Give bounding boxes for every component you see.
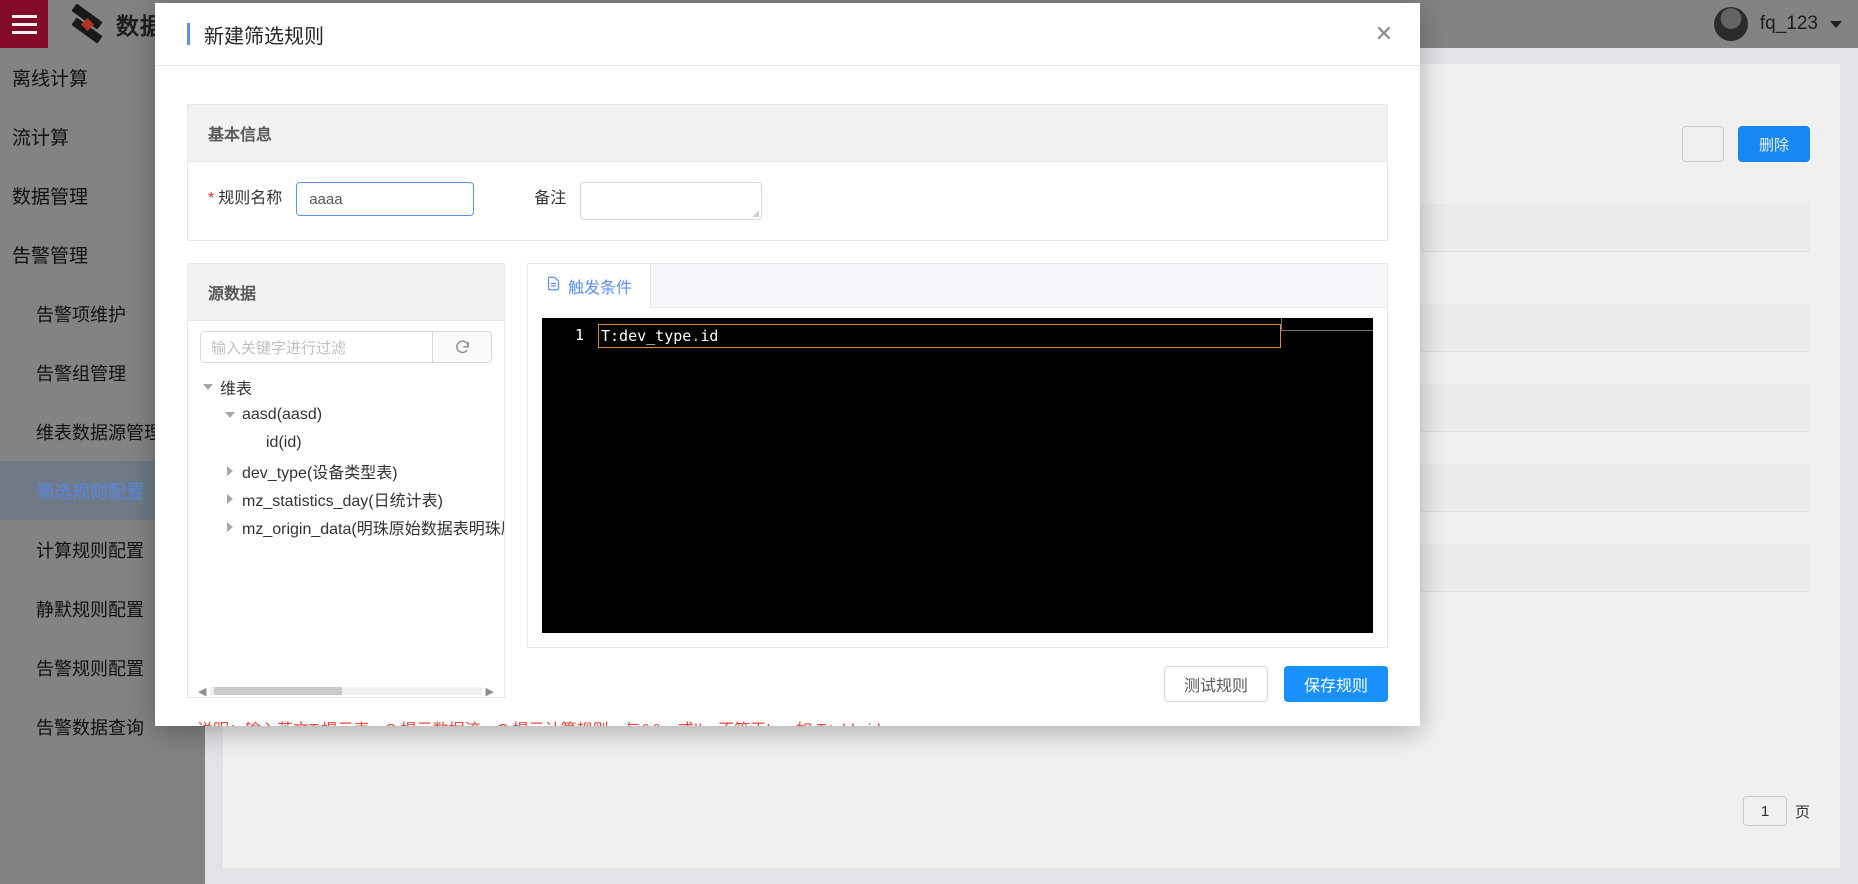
trigger-condition-panel: 触发条件 1 T:dev_type. id 测试规则 保存规则 — [527, 263, 1388, 702]
source-tree: 维表 aasd(aasd) id(id) dev_type(设备类型表) mz_… — [188, 363, 504, 681]
chevron-right-icon[interactable] — [222, 494, 238, 504]
scrollbar-thumb[interactable] — [214, 687, 342, 695]
tree-node-label: dev_type(设备类型表) — [242, 465, 398, 482]
tree-node-dim-tables[interactable]: 维表 — [200, 373, 504, 401]
tab-label: 触发条件 — [568, 280, 633, 297]
tree-node-mz-origin-data[interactable]: mz_origin_data(明珠原始数据表明珠原始 — [200, 513, 504, 541]
refresh-icon[interactable] — [432, 331, 492, 363]
source-data-header: 源数据 — [188, 264, 504, 321]
chevron-left-icon[interactable]: ◀ — [198, 685, 206, 698]
tree-node-label: mz_statistics_day(日统计表) — [242, 493, 443, 510]
tree-node-label: id(id) — [266, 434, 302, 451]
rule-name-input[interactable]: aaaa — [296, 182, 475, 216]
source-data-panel: 源数据 输入关键字进行过滤 维表 aasd(aasd) id(id) dev_t… — [187, 263, 505, 698]
test-rule-button[interactable]: 测试规则 — [1164, 666, 1268, 702]
line-number: 1 — [574, 326, 584, 344]
hint-text: 说明：输入英文T:提示表，S:提示数据流，C:提示计算规则，与&&，或||，不等… — [187, 716, 1388, 726]
tree-node-aasd[interactable]: aasd(aasd) — [200, 401, 504, 429]
basic-info-panel: 基本信息 * 规则名称 aaaa 备注 — [187, 104, 1388, 241]
tree-node-id[interactable]: id(id) — [200, 429, 504, 457]
code-token-dot: . — [691, 327, 701, 345]
main-columns: 源数据 输入关键字进行过滤 维表 aasd(aasd) id(id) dev_t… — [187, 263, 1388, 702]
chevron-right-icon[interactable]: ▶ — [486, 685, 494, 698]
dialog-body: 基本信息 * 规则名称 aaaa 备注 源数据 输入关键字进行过滤 维表 aas… — [155, 66, 1420, 726]
source-filter-input[interactable]: 输入关键字进行过滤 — [200, 331, 432, 363]
dialog-header: 新建筛选规则 ✕ — [155, 3, 1420, 66]
code-editor[interactable]: 1 T:dev_type. id — [542, 318, 1373, 633]
tree-node-label: aasd(aasd) — [242, 406, 323, 423]
source-data-body: 输入关键字进行过滤 维表 aasd(aasd) id(id) dev_type(… — [188, 321, 504, 698]
source-search-row: 输入关键字进行过滤 — [188, 331, 504, 363]
tree-node-label: 维表 — [220, 381, 253, 398]
rule-name-label: * 规则名称 — [208, 182, 282, 216]
editor-corner-widget — [1281, 318, 1373, 331]
basic-info-header: 基本信息 — [188, 105, 1387, 162]
chevron-right-icon[interactable] — [222, 466, 238, 476]
remark-label: 备注 — [534, 190, 567, 207]
editor-tabs: 触发条件 — [528, 264, 1387, 308]
code-selection-box[interactable]: T:dev_type. id — [598, 324, 1281, 348]
basic-info-body: * 规则名称 aaaa 备注 — [188, 162, 1387, 240]
chevron-down-icon[interactable] — [200, 384, 216, 390]
rule-name-label-text: 规则名称 — [218, 190, 283, 207]
source-horizontal-scrollbar[interactable]: ◀ ▶ — [198, 685, 494, 698]
chevron-right-icon[interactable] — [222, 522, 238, 532]
tab-trigger-condition[interactable]: 触发条件 — [528, 264, 652, 308]
remark-textarea[interactable] — [580, 182, 763, 220]
app-root: 数据中台 fq_123 离线计算 流计算 数据管理 告警管理 告警项维护 — [0, 0, 1858, 884]
close-icon[interactable]: ✕ — [1370, 20, 1398, 48]
title-accent-bar — [187, 23, 190, 45]
tree-node-label: mz_origin_data(明珠原始数据表明珠原始 — [242, 521, 504, 538]
editor-action-row: 测试规则 保存规则 — [527, 666, 1388, 702]
save-rule-button[interactable]: 保存规则 — [1284, 666, 1388, 702]
code-line: 1 T:dev_type. id — [542, 318, 1373, 348]
dialog-title: 新建筛选规则 — [204, 25, 324, 48]
tree-node-dev-type[interactable]: dev_type(设备类型表) — [200, 457, 504, 485]
code-token-prefix: T:dev_type — [601, 327, 692, 345]
editor-wrapper: 1 T:dev_type. id — [528, 308, 1387, 647]
tabs-filler — [651, 264, 1387, 308]
new-filter-rule-dialog: 新建筛选规则 ✕ 基本信息 * 规则名称 aaaa 备注 源数据 输入关键字进行… — [155, 3, 1420, 726]
document-icon — [546, 275, 561, 297]
required-asterisk: * — [208, 190, 215, 207]
editor-card: 触发条件 1 T:dev_type. id — [527, 263, 1388, 648]
tree-node-mz-statistics-day[interactable]: mz_statistics_day(日统计表) — [200, 485, 504, 513]
chevron-down-icon[interactable] — [222, 412, 238, 418]
code-token-suffix: id — [700, 327, 719, 345]
